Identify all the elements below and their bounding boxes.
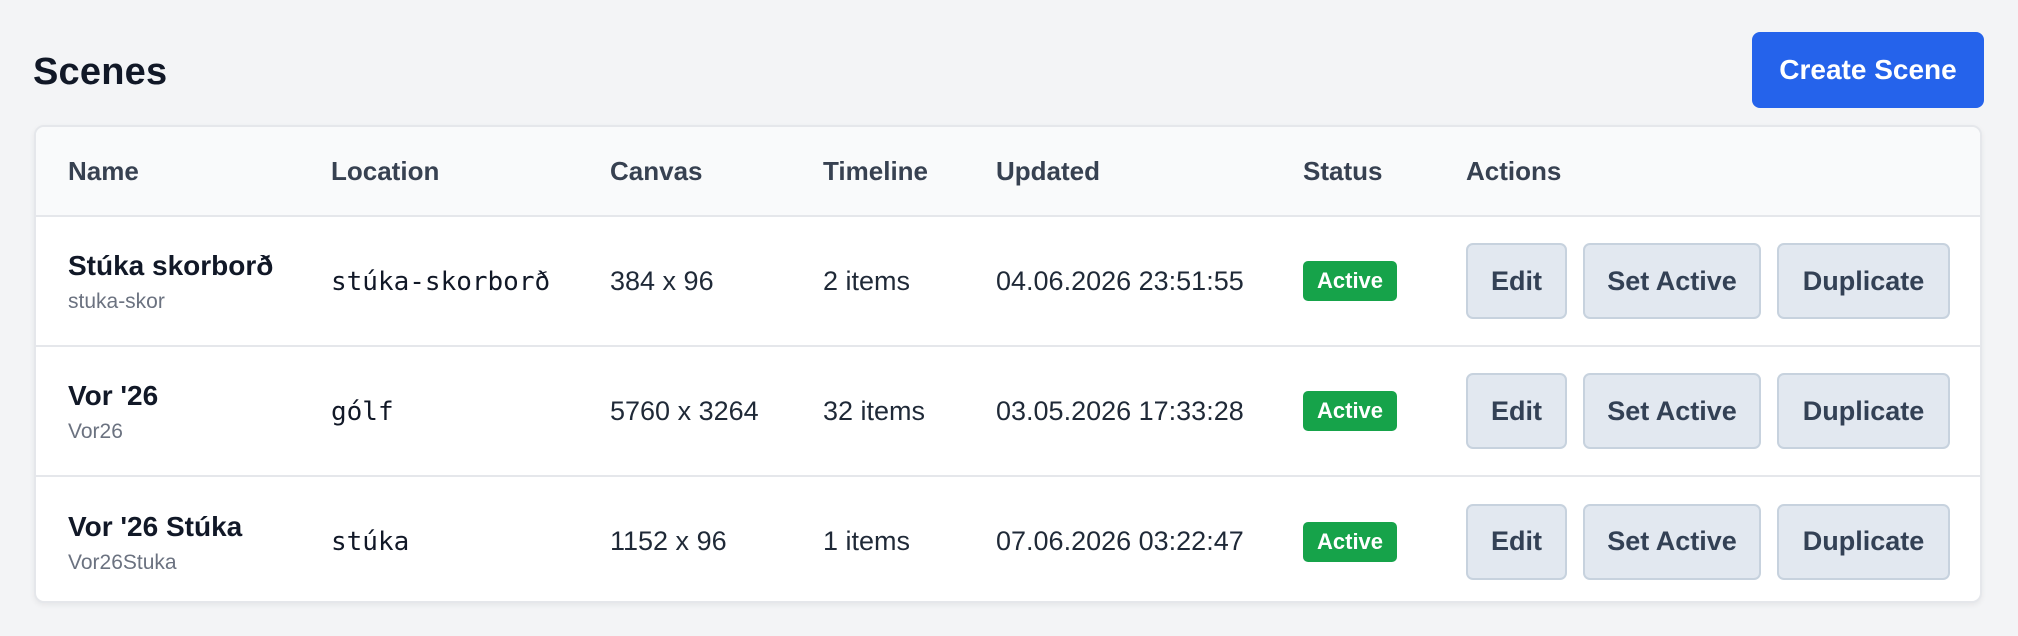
cell-location: gólf [299, 345, 578, 476]
column-header-canvas[interactable]: Canvas [578, 127, 791, 217]
set-active-button[interactable]: Set Active [1583, 503, 1761, 580]
column-header-actions: Actions [1434, 127, 1980, 217]
cell-updated: 03.05.2026 17:33:28 [964, 345, 1271, 476]
status-badge: Active [1303, 261, 1398, 301]
cell-canvas: 1152 x 96 [578, 475, 791, 601]
column-header-location[interactable]: Location [299, 127, 578, 217]
cell-timeline: 1 items [791, 475, 964, 601]
table-row: Vor '26 Stúka Vor26Stuka stúka 1152 x 96… [36, 475, 1980, 601]
cell-actions: Edit Set Active Duplicate [1434, 345, 1980, 476]
cell-updated: 04.06.2026 23:51:55 [996, 265, 1244, 296]
table-row: Vor '26 Vor26 gólf 5760 x 3264 32 items … [36, 345, 1980, 476]
scene-location: stúka [331, 527, 410, 557]
edit-button[interactable]: Edit [1466, 243, 1567, 319]
cell-status: Active [1271, 475, 1434, 601]
column-header-timeline[interactable]: Timeline [791, 127, 964, 217]
cell-canvas: 5760 x 3264 [578, 345, 791, 476]
cell-name: Stúka skorborð stuka-skor [36, 216, 299, 346]
scene-slug: stuka-skor [68, 290, 165, 313]
column-header-status[interactable]: Status [1271, 127, 1434, 217]
cell-status: Active [1271, 216, 1434, 346]
cell-actions: Edit Set Active Duplicate [1434, 216, 1980, 346]
set-active-button[interactable]: Set Active [1583, 243, 1761, 319]
scenes-table: Name Location Canvas Timeline Updated St… [36, 127, 1980, 601]
status-badge: Active [1303, 391, 1398, 431]
scene-slug: Vor26 [68, 420, 123, 443]
cell-updated: 07.06.2026 03:22:47 [964, 475, 1271, 601]
cell-location: stúka [299, 475, 578, 601]
cell-timeline: 2 items [823, 265, 911, 296]
table-row: Stúka skorborð stuka-skor stúka-skorborð… [36, 216, 1980, 346]
edit-button[interactable]: Edit [1466, 503, 1567, 580]
cell-actions: Edit Set Active Duplicate [1434, 475, 1980, 601]
row-actions: Edit Set Active Duplicate [1466, 243, 1980, 319]
scene-name: Vor '26 [68, 380, 159, 411]
scenes-table-card: Name Location Canvas Timeline Updated St… [34, 125, 1982, 603]
cell-status: Active [1271, 345, 1434, 476]
edit-button[interactable]: Edit [1466, 373, 1567, 449]
page-title: Scenes [33, 51, 168, 93]
cell-location: stúka-skorborð [299, 216, 578, 346]
scenes-page: Scenes Create Scene Name Location Canvas… [0, 0, 2018, 636]
scene-location: stúka-skorborð [331, 266, 551, 297]
create-scene-button[interactable]: Create Scene [1752, 32, 1984, 108]
cell-canvas: 384 x 96 [610, 265, 714, 296]
set-active-button[interactable]: Set Active [1583, 373, 1761, 449]
row-actions: Edit Set Active Duplicate [1466, 373, 1980, 449]
row-actions: Edit Set Active Duplicate [1466, 503, 1980, 580]
scene-name: Vor '26 Stúka [68, 510, 243, 542]
scene-slug: Vor26Stuka [68, 550, 177, 574]
duplicate-button[interactable]: Duplicate [1777, 503, 1950, 580]
duplicate-button[interactable]: Duplicate [1777, 243, 1950, 319]
column-header-name[interactable]: Name [36, 127, 299, 217]
scene-location: gólf [331, 396, 394, 427]
scene-name: Stúka skorborð [68, 250, 274, 281]
status-badge: Active [1303, 521, 1398, 562]
cell-timeline: 32 items [791, 345, 964, 476]
cell-name: Vor '26 Vor26 [36, 345, 299, 476]
table-header: Name Location Canvas Timeline Updated St… [36, 127, 1980, 217]
cell-name: Vor '26 Stúka Vor26Stuka [36, 475, 299, 601]
duplicate-button[interactable]: Duplicate [1777, 373, 1950, 449]
column-header-updated[interactable]: Updated [964, 127, 1271, 217]
